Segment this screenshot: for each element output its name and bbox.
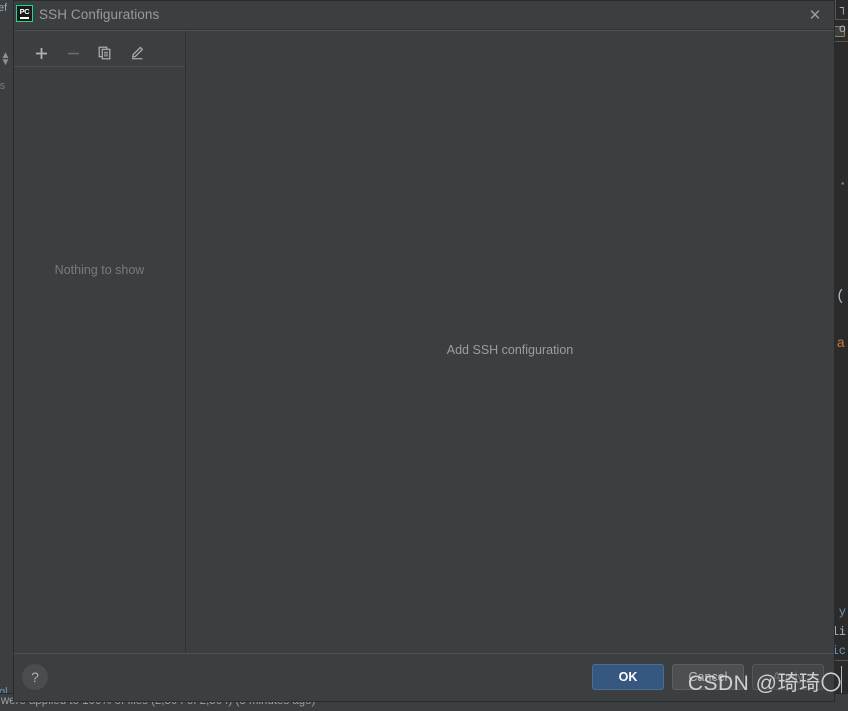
ssh-configurations-dialog: PC SSH Configurations ✕ Nothing to show …	[13, 0, 835, 702]
background-caret	[841, 666, 842, 696]
background-code-fragment-3: ▪	[840, 180, 845, 189]
dialog-button-bar: ? OK Cancel Apply	[14, 653, 834, 701]
background-code-fragment-4: (	[835, 288, 845, 305]
background-code-fragment-1: ┐	[839, 1, 847, 15]
dialog-body: Nothing to show Add SSH configuration	[14, 30, 834, 653]
pycharm-icon-bar	[20, 17, 29, 19]
list-toolbar	[14, 40, 185, 67]
list-empty-label: Nothing to show	[54, 263, 145, 277]
apply-button: Apply	[752, 664, 824, 690]
background-divider-3	[835, 0, 836, 20]
splitter-icon: ▲ ▼	[0, 50, 11, 68]
background-left-fragment-middle: rs	[0, 80, 6, 92]
background-code-fragment-6: y	[838, 605, 846, 619]
pycharm-icon-label: PC	[19, 7, 30, 17]
pycharm-icon: PC	[16, 5, 33, 22]
background-code-fragment-2: o	[838, 22, 846, 36]
screen: ef ▲▼ rs ol dex ┐ o ▪ ( a y li ic dexes …	[0, 0, 848, 711]
list-empty-state: Nothing to show	[14, 67, 185, 653]
remove-button	[64, 44, 82, 62]
edit-button[interactable]	[128, 44, 146, 62]
detail-empty-label: Add SSH configuration	[446, 343, 574, 357]
dialog-actions: OK Cancel Apply	[592, 664, 824, 690]
cancel-button[interactable]: Cancel	[672, 664, 744, 690]
ssh-config-detail-panel: Add SSH configuration	[186, 31, 834, 653]
add-button[interactable]	[32, 44, 50, 62]
background-left-toolwindow	[0, 0, 14, 711]
help-button[interactable]: ?	[22, 664, 48, 690]
dialog-title: SSH Configurations	[39, 7, 160, 22]
copy-button[interactable]	[96, 44, 114, 62]
ok-button[interactable]: OK	[592, 664, 664, 690]
background-left-fragment-top: ef	[0, 2, 8, 14]
dialog-title-bar: PC SSH Configurations ✕	[14, 1, 834, 30]
close-icon[interactable]: ✕	[804, 4, 826, 26]
ssh-config-list-panel: Nothing to show	[14, 31, 186, 653]
background-code-fragment-5: a	[836, 336, 845, 352]
